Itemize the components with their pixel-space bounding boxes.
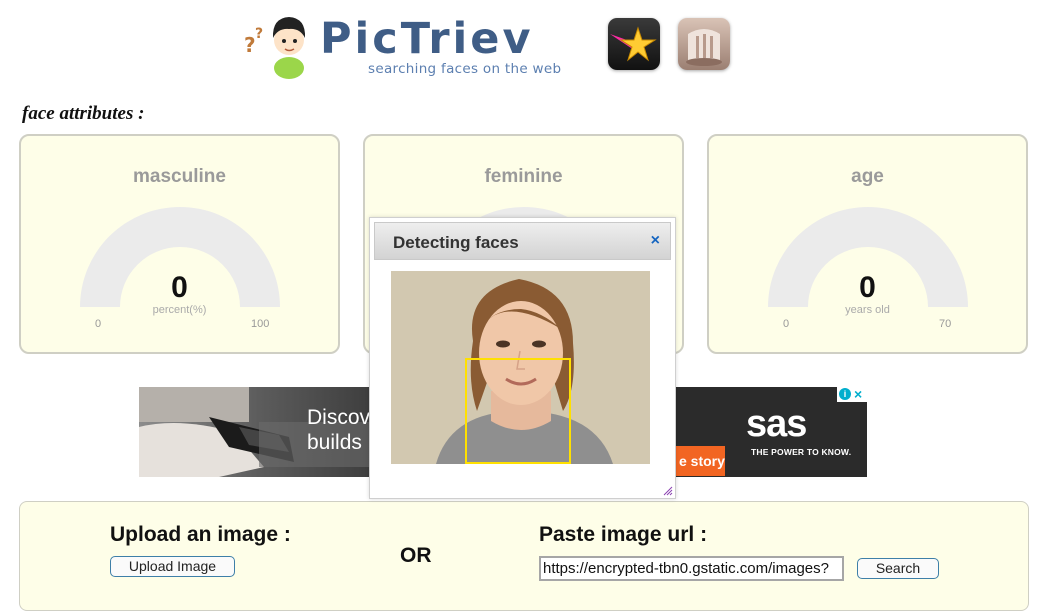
detected-face-box	[465, 358, 571, 464]
mascot-icon: ? ?	[244, 17, 306, 79]
feminine-title: feminine	[484, 166, 563, 187]
sas-logo: sas	[746, 403, 807, 445]
upload-heading: Upload an image :	[110, 523, 291, 546]
ad-headline-line1: Discov	[307, 406, 371, 429]
masculine-panel: masculine 0 percent(%) 0 100	[19, 134, 340, 354]
dialog-close-icon[interactable]: ×	[651, 232, 660, 250]
ad-cta-button[interactable]: e story	[673, 446, 725, 476]
face-attributes-label: face attributes :	[22, 103, 145, 124]
sas-tagline: THE POWER TO KNOW.	[751, 447, 852, 457]
age-title: age	[851, 166, 884, 187]
url-heading: Paste image url :	[539, 523, 708, 546]
age-unit: years old	[845, 304, 890, 316]
svg-text:?: ?	[255, 26, 263, 42]
star-app-icon[interactable]	[608, 18, 660, 70]
brand-tagline: searching faces on the web	[368, 61, 562, 77]
close-icon[interactable]: ×	[854, 387, 862, 402]
image-url-input[interactable]	[539, 556, 844, 581]
masculine-title: masculine	[133, 166, 226, 187]
ad-headline-line2: builds	[307, 431, 362, 454]
age-value: 0	[859, 271, 876, 304]
room-app-icon[interactable]	[678, 18, 730, 70]
upload-image-button[interactable]: Upload Image	[110, 556, 235, 577]
search-button[interactable]: Search	[857, 558, 939, 579]
detecting-faces-dialog[interactable]: Detecting faces ×	[369, 217, 676, 499]
info-icon[interactable]: i	[839, 388, 851, 400]
dialog-header[interactable]: Detecting faces ×	[374, 222, 671, 260]
dialog-title: Detecting faces	[393, 233, 519, 252]
age-min: 0	[783, 318, 790, 330]
resize-handle-icon[interactable]	[662, 485, 673, 496]
ad-choices[interactable]: i ×	[837, 387, 867, 402]
pictriev-logo[interactable]: ? ? PicTriev searching faces on the web	[242, 8, 572, 80]
masculine-min: 0	[95, 318, 102, 330]
brand-title: PicTriev	[320, 14, 534, 64]
age-max: 70	[939, 318, 952, 330]
age-panel: age 0 years old 0 70	[707, 134, 1028, 354]
or-label: OR	[400, 544, 432, 567]
face-photo	[391, 271, 650, 464]
masculine-max: 100	[251, 318, 270, 330]
svg-text:?: ?	[244, 33, 256, 57]
masculine-value: 0	[171, 271, 188, 304]
masculine-unit: percent(%)	[152, 304, 207, 316]
